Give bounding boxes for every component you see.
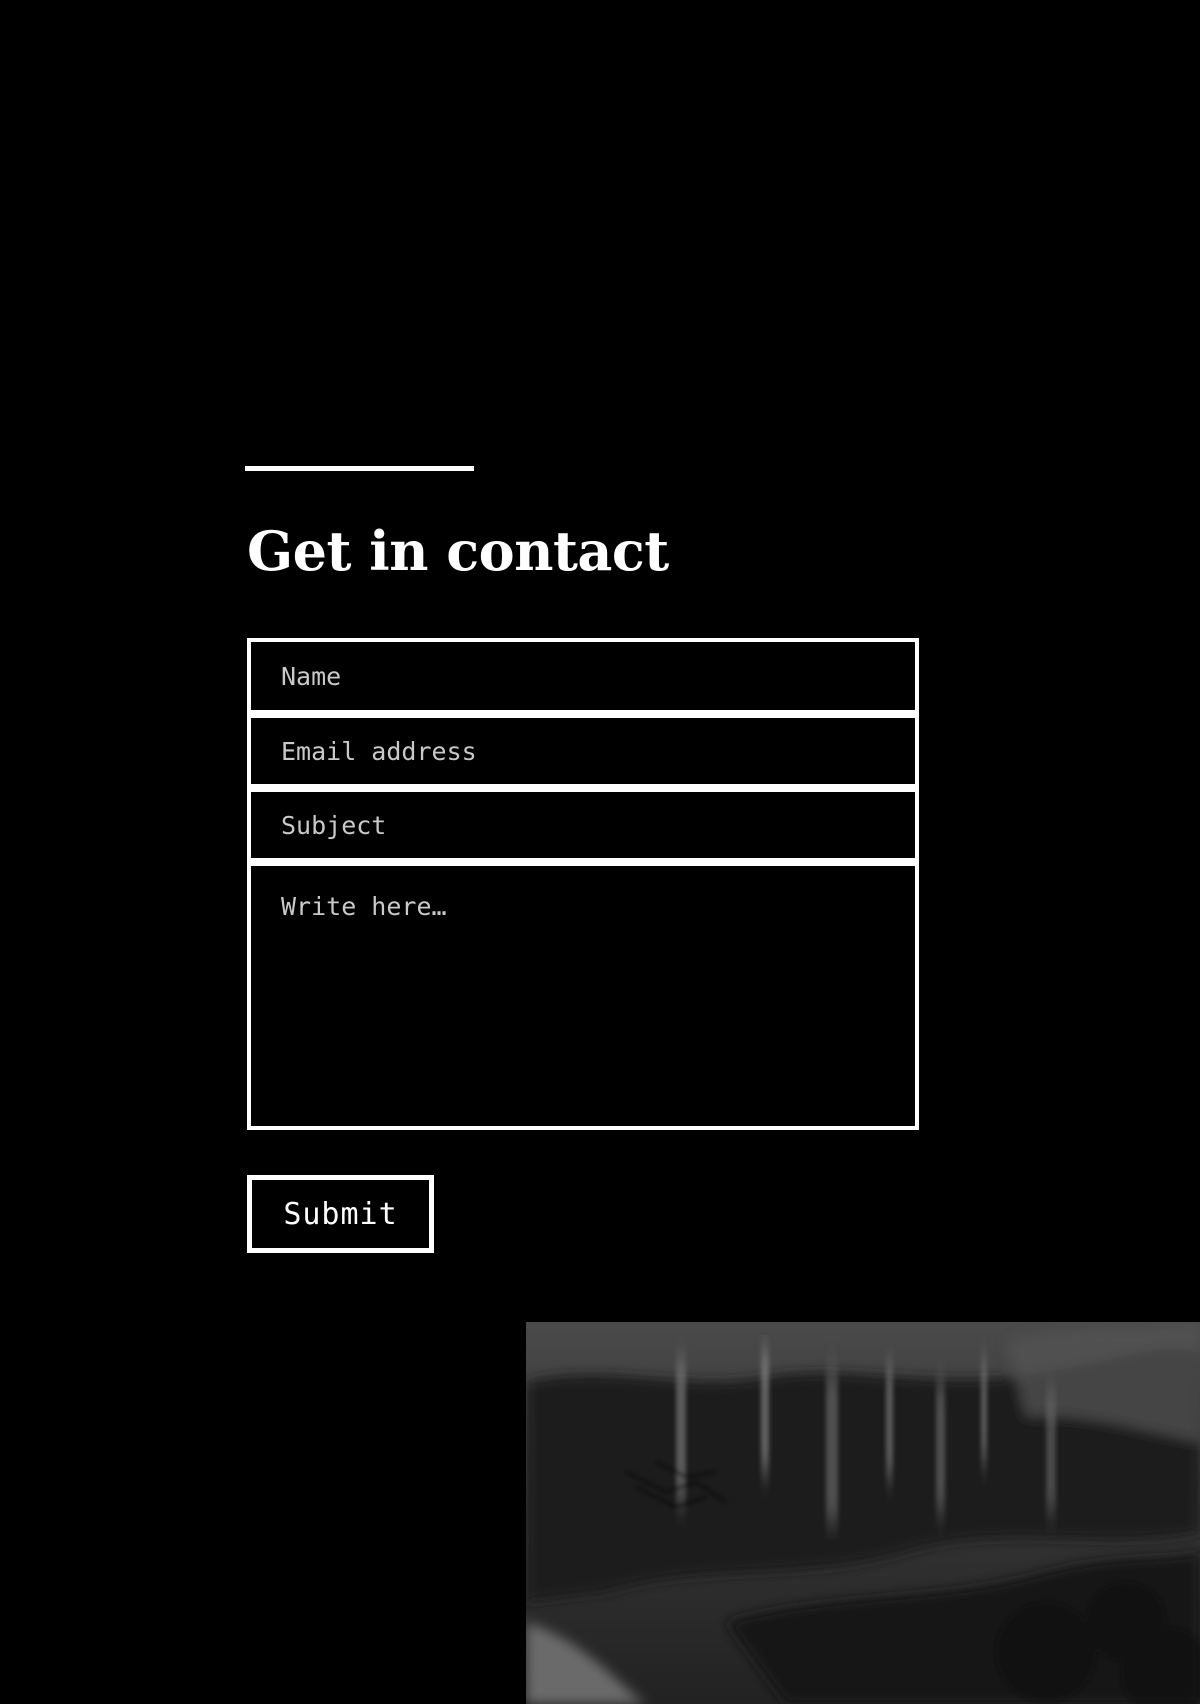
title-accent-rule xyxy=(245,466,474,471)
page-title: Get in contact xyxy=(247,519,669,583)
name-input[interactable] xyxy=(247,638,919,714)
email-input[interactable] xyxy=(247,714,919,788)
forest-photo xyxy=(526,1322,1200,1704)
message-textarea[interactable] xyxy=(247,862,919,1130)
contact-form xyxy=(247,638,919,1130)
forest-photo-graphic xyxy=(526,1322,1200,1704)
subject-input[interactable] xyxy=(247,788,919,862)
submit-button[interactable]: Submit xyxy=(247,1175,434,1253)
